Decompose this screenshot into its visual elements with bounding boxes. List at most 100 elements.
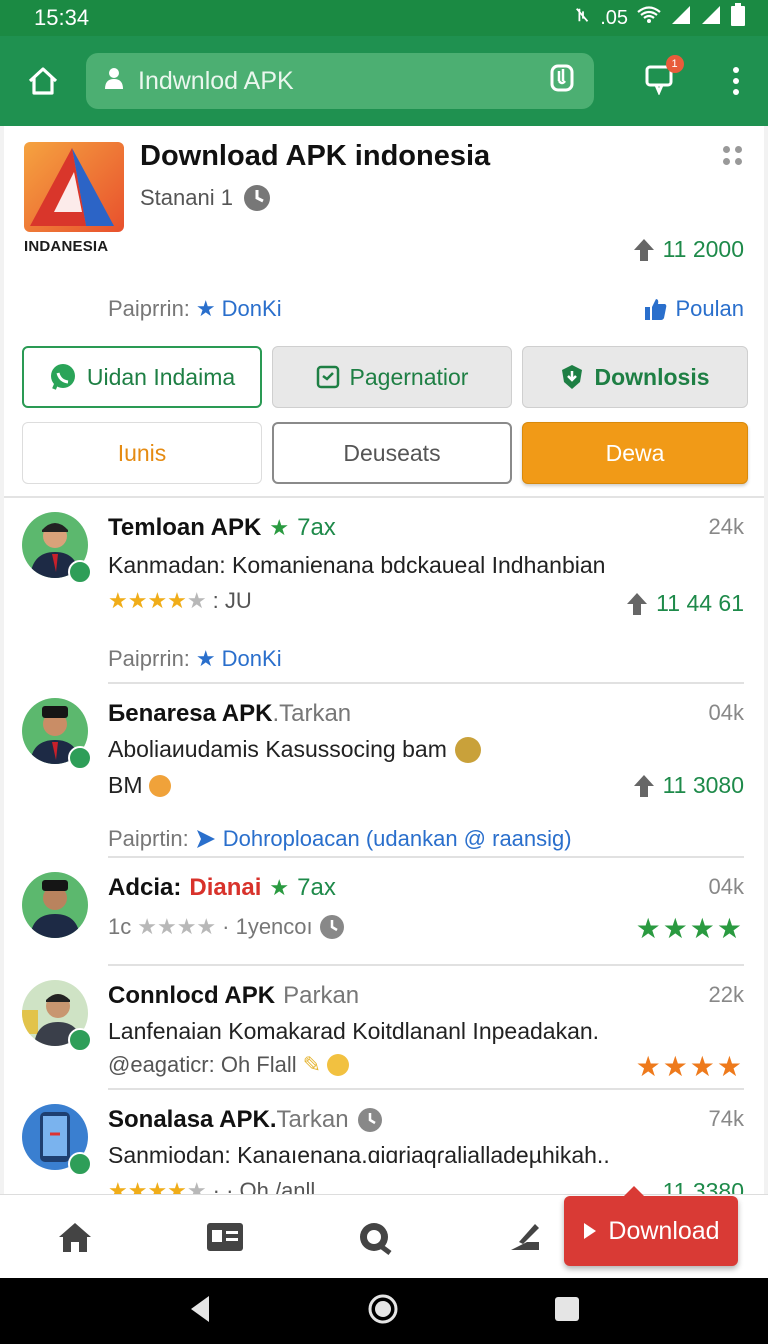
recents-icon[interactable] xyxy=(553,1295,581,1328)
item-description: Kanmadan: Komanienana bdckaueal Indhanbi… xyxy=(108,552,606,578)
list-item[interactable]: Connlocd APK Parkan 22k Lanfenaian Komak… xyxy=(22,966,744,1090)
rating-stars-icon: ★★★★★ xyxy=(108,588,207,613)
list-item[interactable]: Sonalasa APK. Tarkan 74k Sanmiodan: Kana… xyxy=(22,1090,744,1194)
item-stars: ★★★★ xyxy=(636,1050,744,1083)
rating-prefix: 1c xyxy=(108,914,132,939)
item-title-text: Sonalasa APK. xyxy=(108,1106,277,1133)
arrow-up-icon xyxy=(633,774,654,797)
item-meta-text: @eagaticr: Oh Flall xyxy=(108,1052,297,1077)
whatsapp-share-button[interactable]: Uidan Indaima xyxy=(22,346,262,408)
search-icon xyxy=(360,1222,392,1255)
item-size: 74k xyxy=(708,1106,744,1131)
home-circle-icon[interactable] xyxy=(367,1293,399,1330)
filter-deuseats-button[interactable]: Deuseats xyxy=(272,422,512,484)
list-item[interactable]: Temloan APK ★ 7ax 24k Kanmadan: Komanien… xyxy=(22,498,744,684)
id-card-icon xyxy=(207,1222,243,1251)
publisher-link[interactable]: DonKi xyxy=(222,296,282,322)
app-subtitle-text: Stanani 1 xyxy=(140,185,233,210)
item-meta: ★★★★★ · · Oh /anll xyxy=(108,1178,315,1194)
item-tag: 7ax xyxy=(297,874,336,901)
nav-search[interactable] xyxy=(300,1219,450,1255)
item-size: 24k xyxy=(708,514,744,539)
item-download-count: 11 3080 xyxy=(633,772,744,799)
app-download-count: 11 2000 xyxy=(633,236,744,263)
rating-text: · 1yencoı xyxy=(222,914,313,939)
nav-home[interactable] xyxy=(0,1220,150,1254)
item-title-text: Temloan APK xyxy=(108,514,262,541)
item-tag: .Tarkan xyxy=(272,700,352,727)
arrow-up-icon xyxy=(627,592,648,615)
home-icon xyxy=(28,67,58,95)
app-header: INDANESIA Download APK indonesia Stanani… xyxy=(4,126,764,498)
star-icon: ★ xyxy=(195,646,216,671)
mic-icon[interactable] xyxy=(548,63,576,100)
play-icon xyxy=(584,1223,597,1239)
app-subtitle: Stanani 1 xyxy=(140,184,271,212)
popular-label: Poulan xyxy=(675,296,744,321)
status-bar: 15:34 .05 xyxy=(0,0,768,36)
system-nav-bar xyxy=(0,1278,768,1344)
publisher-row: Paiprrin: ★ DonKi xyxy=(108,296,282,322)
publisher-link[interactable]: DonKi xyxy=(222,646,282,672)
avatar xyxy=(22,872,88,938)
action-row-2: Iunis Deuseats Dewa xyxy=(22,422,748,484)
browser-toolbar: Indwnlod APK 1 xyxy=(0,36,768,126)
edit-icon xyxy=(511,1223,539,1250)
star-icon: ★ xyxy=(269,875,290,900)
download-button[interactable]: Download xyxy=(564,1186,738,1266)
item-rating: 1c ★★★★ · 1yencoı xyxy=(108,914,345,940)
rating-stars-green-icon: ★★★★ xyxy=(635,913,744,944)
checkbox-icon xyxy=(316,365,339,389)
list-item-title: Adcia: Dianai ★ 7ax xyxy=(108,874,336,902)
item-title-text: Бenaresa APK xyxy=(108,700,273,727)
star-icon: ★ xyxy=(269,515,290,540)
popular-button[interactable]: Poulan xyxy=(643,296,744,322)
pagination-label: Pagernatior xyxy=(349,363,469,390)
filter-iunis-label: Iunis xyxy=(117,439,167,466)
filter-iunis-button[interactable]: Iunis xyxy=(22,422,262,484)
emoji-icon xyxy=(454,736,481,763)
filter-dewa-button[interactable]: Dewa xyxy=(522,422,748,484)
pagination-button[interactable]: Pagernatior xyxy=(272,346,512,408)
list-item-title: Temloan APK ★ 7ax xyxy=(108,514,336,542)
home-button[interactable] xyxy=(0,65,86,97)
item-count-value: 11 3380 xyxy=(662,1178,744,1194)
publisher-link[interactable]: Dohroploacan (udankan @ raansig) xyxy=(223,826,572,852)
nav-apps[interactable] xyxy=(150,1221,300,1253)
list-item[interactable]: Adcia: Dianai ★ 7ax 04k 1c ★★★★ · 1yenco… xyxy=(22,858,744,966)
smile-emoji-icon xyxy=(327,1054,350,1076)
item-publisher: Paiprrin: ★ DonKi xyxy=(108,646,282,672)
item-count-value: 11 44 61 xyxy=(656,590,744,616)
filter-deuseats-label: Deuseats xyxy=(343,439,441,466)
item-title-text: Adcia: xyxy=(108,874,182,901)
online-badge xyxy=(68,560,92,584)
list-item-title: Sonalasa APK. Tarkan xyxy=(108,1106,383,1134)
more-options-icon[interactable] xyxy=(723,146,742,165)
item-tag: Tarkan xyxy=(276,1106,349,1133)
smile-emoji-icon xyxy=(148,774,171,797)
back-icon[interactable] xyxy=(187,1294,213,1329)
rating-stars-icon: ★★★★★ xyxy=(108,1178,207,1194)
item-description: Lanfenaian Komakarad Koitdlananl Inpeada… xyxy=(108,1018,600,1044)
item-size: 22k xyxy=(708,982,744,1007)
thumbs-up-icon xyxy=(645,299,667,320)
url-bar[interactable]: Indwnlod APK xyxy=(86,53,594,109)
notifications-button[interactable]: 1 xyxy=(644,54,684,100)
signal-icon xyxy=(670,5,692,31)
publisher-label: Paiprrin: xyxy=(108,296,190,321)
network-speed: .05 xyxy=(600,6,628,29)
list-item[interactable]: Бenaresa APK .Tarkan 04k Aboliaиudamis K… xyxy=(22,684,744,858)
app-title: Download APK indonesia xyxy=(140,140,491,172)
item-rating: ★★★★★ : JU xyxy=(108,588,252,614)
notification-badge: 1 xyxy=(665,54,684,73)
item-publisher: Paiprtin: Dohroploacan (udankan @ raansi… xyxy=(108,826,572,852)
whatsapp-icon xyxy=(50,364,75,390)
rating-stars-orange-icon: ★★★★ xyxy=(635,1051,744,1082)
mute-icon xyxy=(574,6,592,30)
item-description: Aboliaиudamis Kasussocing bam xyxy=(108,736,481,763)
whatsapp-share-label: Uidan Indaima xyxy=(86,363,236,390)
downloads-button[interactable]: Downlosis xyxy=(522,346,748,408)
overflow-menu-icon[interactable] xyxy=(732,67,739,95)
star-icon: ★ xyxy=(195,296,216,321)
download-label: Download xyxy=(608,1216,720,1245)
